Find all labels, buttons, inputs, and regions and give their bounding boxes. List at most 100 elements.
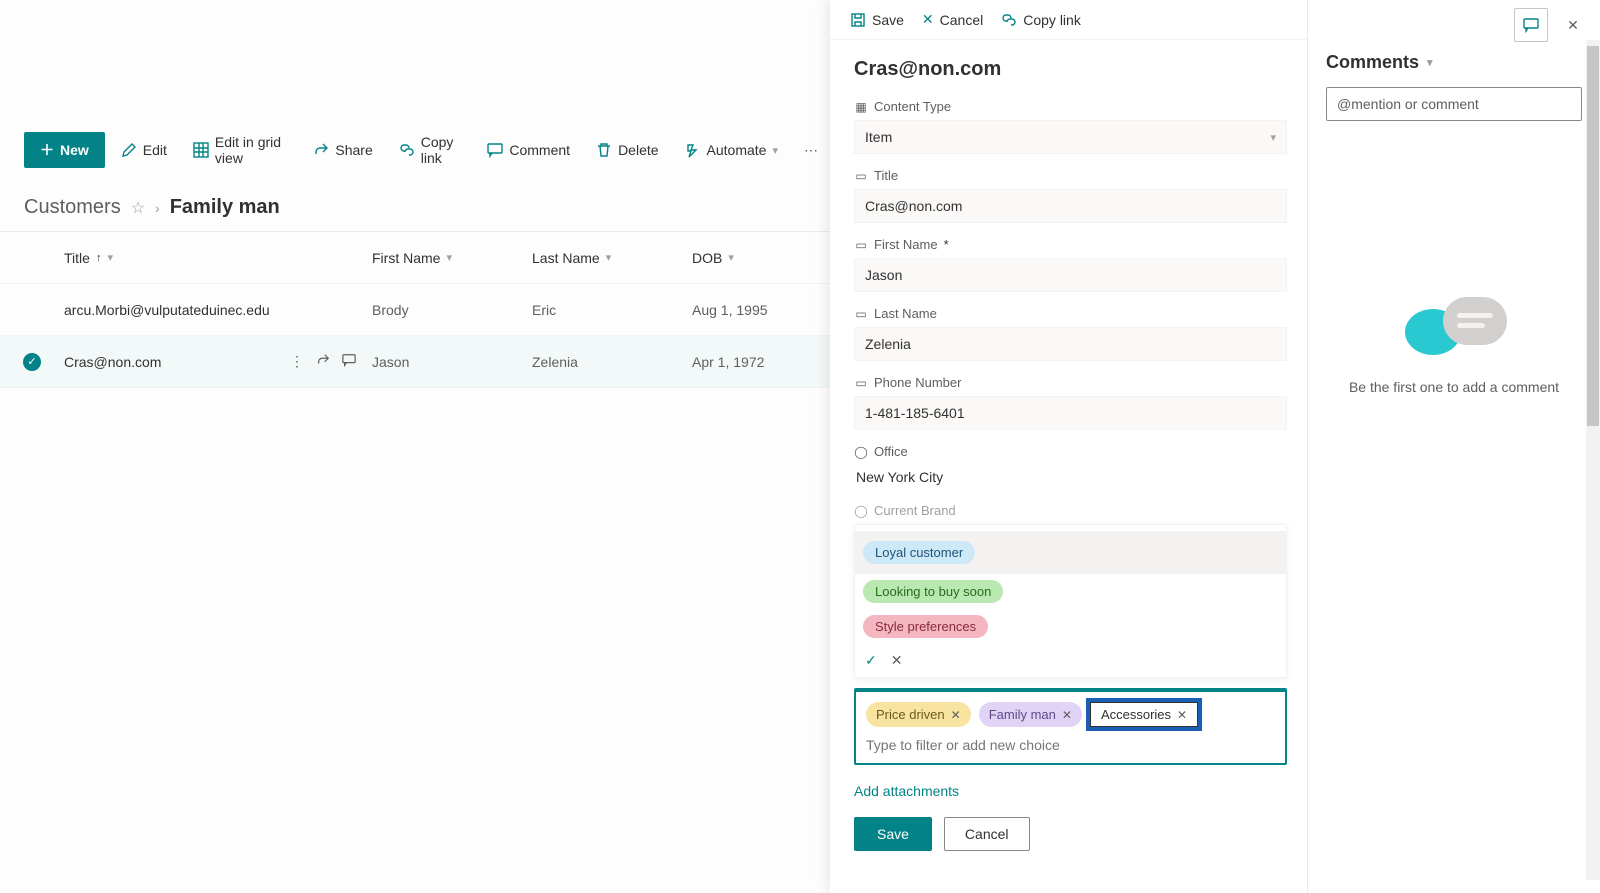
row-more-icon[interactable]: ⋮ [290, 353, 304, 370]
copylink-label: Copy link [421, 134, 462, 166]
tag-option-buysoon[interactable]: Looking to buy soon [863, 580, 1003, 603]
table-row[interactable]: ✓ Cras@non.com ⋮ Jason Zelenia [0, 336, 852, 388]
breadcrumb-current: Family man [170, 196, 280, 219]
details-panel: Save ✕ Cancel Copy link Cras@non.com ▦Co… [830, 0, 1600, 893]
chevron-down-icon: ▾ [107, 251, 113, 264]
flow-icon [685, 142, 701, 158]
row-dob: Apr 1, 1972 [692, 354, 852, 370]
comment-input[interactable]: @mention or comment [1326, 87, 1582, 121]
form-save-button[interactable]: Save [854, 817, 932, 851]
tags-input[interactable]: Price driven ✕ Family man ✕ Accessories … [854, 688, 1287, 765]
toggle-comments-button[interactable] [1514, 8, 1548, 42]
text-icon: ▭ [854, 238, 868, 252]
table-row[interactable]: arcu.Morbi@vulputateduinec.edu Brody Eri… [0, 284, 852, 336]
close-icon: ✕ [922, 11, 934, 28]
col-title[interactable]: Title ↑ ▾ [64, 250, 372, 266]
field-label-phone: Phone Number [874, 375, 961, 390]
tag-filter-input[interactable] [866, 737, 1275, 753]
confirm-tags-button[interactable]: ✓ [865, 652, 877, 669]
col-first-name[interactable]: First Name ▾ [372, 250, 532, 266]
share-label: Share [335, 142, 372, 158]
add-attachments-link[interactable]: Add attachments [854, 783, 1287, 799]
panel-save-button[interactable]: Save [850, 12, 904, 28]
chevron-down-icon: ▾ [446, 251, 452, 264]
form-cancel-button[interactable]: Cancel [944, 817, 1030, 851]
col-dob[interactable]: DOB ▾ [692, 250, 852, 266]
close-panel-button[interactable]: ✕ [1556, 8, 1590, 42]
field-label-currentbrand: Current Brand [874, 503, 956, 518]
selected-check-icon[interactable]: ✓ [23, 353, 41, 371]
row-title[interactable]: arcu.Morbi@vulputateduinec.edu [64, 302, 270, 318]
tag-pill-price[interactable]: Price driven ✕ [866, 702, 971, 727]
chevron-down-icon: ▾ [728, 251, 734, 264]
automate-label: Automate [707, 142, 767, 158]
row-title[interactable]: Cras@non.com [64, 354, 161, 370]
field-label-lastname: Last Name [874, 306, 937, 321]
row-first: Jason [372, 354, 532, 370]
title-input[interactable]: Cras@non.com [854, 189, 1287, 223]
edit-grid-label: Edit in grid view [215, 134, 287, 166]
share-icon [313, 142, 329, 158]
comments-pane: ✕ Comments ▾ @mention or comment Be the … [1308, 0, 1600, 893]
delete-label: Delete [618, 142, 658, 158]
edit-button[interactable]: Edit [111, 134, 177, 166]
tag-pill-accessories[interactable]: Accessories ✕ [1090, 702, 1198, 727]
comment-label: Comment [509, 142, 570, 158]
edit-grid-button[interactable]: Edit in grid view [183, 126, 297, 174]
share-icon[interactable] [316, 353, 330, 370]
comment-button[interactable]: Comment [477, 134, 580, 166]
pencil-icon [121, 142, 137, 158]
grid-icon [193, 142, 209, 158]
new-button-label: New [60, 142, 89, 158]
chevron-down-icon[interactable]: ▾ [1427, 56, 1433, 69]
panel-copylink-button[interactable]: Copy link [1001, 12, 1081, 28]
tag-option-loyal[interactable]: Loyal customer [863, 541, 975, 564]
chevron-down-icon: ▾ [772, 144, 778, 157]
remove-tag-icon[interactable]: ✕ [1062, 708, 1072, 722]
lastname-input[interactable]: Zelenia [854, 327, 1287, 361]
choice-icon: ◯ [854, 504, 868, 518]
panel-cancel-label: Cancel [940, 12, 984, 28]
tag-option-style[interactable]: Style preferences [863, 615, 988, 638]
col-last-name[interactable]: Last Name ▾ [532, 250, 692, 266]
field-label-contenttype: Content Type [874, 99, 951, 114]
star-icon[interactable]: ☆ [131, 198, 145, 218]
delete-button[interactable]: Delete [586, 134, 668, 166]
tag-options-popup: Loyal customer Looking to buy soon Style… [854, 524, 1287, 678]
new-button[interactable]: ＋ New [24, 132, 105, 168]
row-first: Brody [372, 302, 532, 318]
panel-cancel-button[interactable]: ✕ Cancel [922, 11, 983, 28]
panel-title: Cras@non.com [854, 58, 1287, 81]
field-label-office: Office [874, 444, 908, 459]
required-marker: * [944, 237, 949, 252]
remove-tag-icon[interactable]: ✕ [1177, 708, 1187, 722]
firstname-input[interactable]: Jason [854, 258, 1287, 292]
edit-label: Edit [143, 142, 167, 158]
comments-heading: Comments ▾ [1326, 52, 1582, 73]
comment-icon[interactable] [342, 353, 356, 370]
comment-icon [487, 142, 503, 158]
link-icon [399, 142, 415, 158]
remove-tag-icon[interactable]: ✕ [951, 708, 961, 722]
row-last: Zelenia [532, 354, 692, 370]
items-table: Title ↑ ▾ First Name ▾ Last Name ▾ DOB ▾ [0, 231, 852, 388]
copylink-button[interactable]: Copy link [389, 126, 472, 174]
row-last: Eric [532, 302, 692, 318]
more-actions-button[interactable]: ⋯ [794, 134, 828, 167]
content-type-select[interactable]: Item ▾ [854, 120, 1287, 154]
phone-input[interactable]: 1-481-185-6401 [854, 396, 1287, 430]
trash-icon [596, 142, 612, 158]
cancel-tags-button[interactable]: ✕ [891, 652, 903, 669]
panel-save-label: Save [872, 12, 904, 28]
breadcrumb-root[interactable]: Customers [24, 196, 121, 219]
automate-button[interactable]: Automate ▾ [675, 134, 788, 166]
chevron-down-icon: ▾ [1270, 131, 1276, 144]
comments-empty-text: Be the first one to add a comment [1326, 379, 1582, 395]
chevron-right-icon: › [155, 200, 160, 216]
save-icon [850, 12, 866, 28]
tag-pill-family[interactable]: Family man ✕ [979, 702, 1082, 727]
office-value[interactable]: New York City [854, 465, 1287, 489]
plus-icon: ＋ [40, 140, 54, 160]
share-button[interactable]: Share [303, 134, 382, 166]
text-icon: ▭ [854, 169, 868, 183]
